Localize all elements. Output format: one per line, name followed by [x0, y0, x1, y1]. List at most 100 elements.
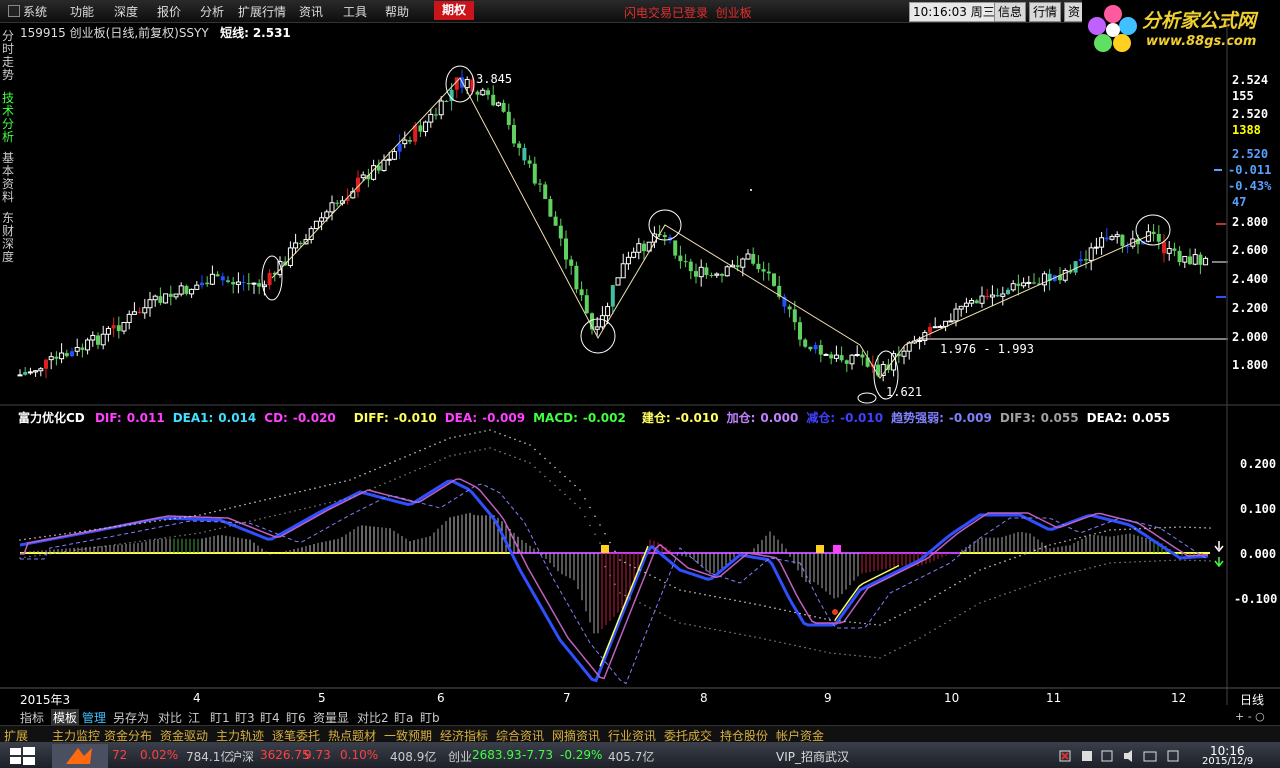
taskbar: 72 0.02% 784.1亿 沪深 3626.75 9.73 0.10% 408.9亿 创业 2…	[0, 742, 1280, 768]
ticker-value: 0.10%	[340, 748, 379, 762]
toolbar-tab[interactable]: 江	[188, 709, 200, 726]
toolbar-tab[interactable]: 模板	[51, 709, 80, 726]
system-date: 2015/12/9	[1202, 756, 1254, 767]
price-axis-label: -0.011	[1228, 163, 1272, 177]
time-axis-label: 6	[437, 691, 445, 705]
indicator-key: MACD:	[533, 411, 578, 425]
candles	[17, 69, 1209, 382]
toolbar-tab[interactable]: 对比	[158, 709, 182, 726]
indicator-key: 加仓:	[726, 411, 756, 425]
windows-start-icon[interactable]	[8, 746, 38, 766]
indicator-item: DIF3: 0.055	[1000, 411, 1081, 425]
indicator-item: MACD: -0.002	[533, 411, 628, 425]
price-axis-label: 1.800	[1232, 358, 1269, 372]
toolbar-tab[interactable]: 指标	[20, 709, 44, 726]
low-label: 1.621	[886, 385, 923, 399]
time-axis-label: 8	[700, 691, 708, 705]
indicator-key: DEA2:	[1086, 411, 1128, 425]
time-axis-label: 10	[944, 691, 960, 705]
time-axis-label: 12	[1171, 691, 1187, 705]
time-axis-label: 4	[193, 691, 201, 705]
indicator-value: -0.002	[582, 411, 626, 425]
price-axis-label: 155	[1232, 89, 1254, 103]
indicator-items: DIF: 0.011 DEA1: 0.014 CD: -0.020 DIFF: -0.010 D…	[91, 411, 1174, 425]
ticker-value: 405.7亿	[608, 750, 655, 764]
price-axis-label: 47	[1232, 195, 1247, 209]
time-axis-label: 2015年3	[20, 693, 71, 707]
price-axis-label: 2.524	[1232, 73, 1269, 87]
toolbar-tab[interactable]: 盯1	[210, 709, 230, 726]
indicator-item: DEA1: 0.014	[173, 411, 259, 425]
indicator-value: -0.009	[482, 411, 526, 425]
indicator-toolbar: 指标 模板 管理 另存为 对比江盯1 盯3 盯4 盯6 资量显 对比2 盯a 盯b	[0, 707, 1280, 726]
indicator-key: DIFF:	[353, 411, 389, 425]
indicator-name: 富力优化CD	[18, 411, 85, 425]
ticker-value: 创业	[448, 750, 473, 764]
time-axis-label: 7	[563, 691, 571, 705]
price-axis-label: -0.43%	[1228, 179, 1272, 193]
ticker-value: 784.1亿	[186, 750, 233, 764]
toolbar-tab[interactable]: 管理	[82, 709, 106, 726]
tray-icons[interactable]	[1058, 748, 1198, 764]
indicator-key: 趋势强弱:	[891, 411, 944, 425]
indicator-item: 加仓: 0.000	[727, 411, 801, 425]
toolbar-tab[interactable]: 对比2	[357, 709, 389, 726]
price-axis-label: 1388	[1232, 123, 1261, 137]
indicator-value: -0.010	[393, 411, 437, 425]
ticker-value: 2683.93	[472, 748, 522, 762]
indicator-key: DIF3:	[999, 411, 1036, 425]
indicator-item: 趋势强弱: -0.009	[891, 411, 994, 425]
period-label[interactable]: 日线	[1240, 691, 1264, 708]
ticker-value: -7.73	[522, 748, 554, 762]
indicator-value: 0.055	[1040, 411, 1079, 425]
price-axis-label: 2.520	[1232, 107, 1269, 121]
app-taskbar-icon[interactable]	[52, 744, 108, 768]
indicator-value: 0.011	[126, 411, 165, 425]
indicator-item: DEA: -0.009	[445, 411, 527, 425]
price-axis-label: 2.520	[1232, 147, 1269, 161]
macd-axis-label: 0.000	[1240, 547, 1277, 561]
toolbar-tab[interactable]: 盯3	[235, 709, 255, 726]
indicator-values: 富力优化CD DIF: 0.011 DEA1: 0.014 CD: -0.020 DIFF:…	[18, 409, 1176, 426]
price-axis-label: 2.400	[1232, 272, 1269, 286]
time-axis-label: 9	[824, 691, 832, 705]
macd-axis-label: 0.200	[1240, 457, 1277, 471]
time-axis-label: 5	[318, 691, 326, 705]
toolbar-tab[interactable]: 资量显	[313, 709, 349, 726]
indicator-item: DEA2: 0.055	[1087, 411, 1173, 425]
ticker-value: 沪深	[230, 750, 255, 764]
indicator-value: 0.000	[760, 411, 799, 425]
zoom-controls[interactable]: + - ○	[1235, 710, 1265, 723]
macd-panel	[19, 429, 1224, 685]
ticker-value: 408.9亿	[390, 750, 437, 764]
indicator-value: -0.020	[292, 411, 336, 425]
indicator-key: DIF:	[94, 411, 122, 425]
toolbar-tab[interactable]: 盯6	[286, 709, 306, 726]
ticker-value: 3626.75	[260, 748, 310, 762]
indicator-key: DEA:	[444, 411, 478, 425]
indicator-item: DIF: 0.011	[95, 411, 167, 425]
indicator-value: 0.055	[1132, 411, 1171, 425]
indicator-item: 建仓: -0.010	[642, 411, 721, 425]
toolbar-tab[interactable]: 盯b	[420, 709, 440, 726]
price-axis-label: 2.600	[1232, 243, 1269, 257]
ticker-value: -0.29%	[560, 748, 603, 762]
indicator-item: CD: -0.020	[264, 411, 338, 425]
indicator-item: 减仓: -0.010	[806, 411, 885, 425]
time-axis-label: 11	[1046, 691, 1062, 705]
indicator-key: DEA1:	[172, 411, 214, 425]
macd-axis-label: 0.100	[1240, 502, 1277, 516]
indicator-item: DIFF: -0.010	[354, 411, 439, 425]
toolbar-tab[interactable]: 盯a	[394, 709, 413, 726]
price-chart[interactable]	[0, 0, 1280, 768]
indicator-key: 减仓:	[806, 411, 836, 425]
toolbar-tab[interactable]: 另存为	[113, 709, 149, 726]
ticker-value: 72	[112, 748, 128, 762]
indicator-value: -0.010	[675, 411, 719, 425]
toolbar-tab[interactable]: 盯4	[260, 709, 280, 726]
indicator-value: -0.010	[840, 411, 884, 425]
peak-label: 3.845	[476, 72, 513, 86]
price-axis-label: 2.200	[1232, 301, 1269, 315]
ticker-value: 9.73	[304, 748, 331, 762]
indicator-key: 建仓:	[641, 411, 671, 425]
